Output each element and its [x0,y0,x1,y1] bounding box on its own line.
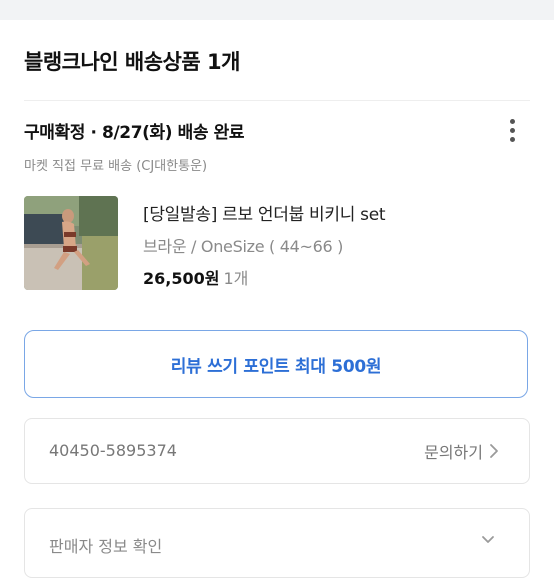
order-status: 구매확정 · 8/27(화) 배송 완료 [24,123,245,143]
more-options-button[interactable] [502,114,522,146]
inquiry-link[interactable]: 문의하기 [424,439,499,463]
delivery-info: 마켓 직접 무료 배송 (CJ대한통운) [24,159,208,174]
product-price: 26,500원 [143,269,220,288]
more-vertical-icon [509,118,515,142]
product-photo [24,196,118,290]
divider [24,100,530,101]
inquiry-label: 문의하기 [424,443,483,462]
product-name[interactable]: [당일발송] 르보 언더붑 비키니 set [143,200,386,225]
product-thumbnail[interactable] [24,196,118,290]
seller-title: 블랭크나인 배송상품 1개 [24,50,240,74]
product-option: 브라운 / OneSize ( 44~66 ) [143,237,344,256]
chevron-right-icon [490,444,498,458]
chevron-down-icon [482,536,494,543]
tracking-number: 40450-5895374 [49,441,177,460]
write-review-button[interactable]: 리뷰 쓰기 포인트 최대 500원 [24,330,528,398]
price-line: 26,500원 1개 [143,265,248,289]
seller-info-toggle[interactable]: 판매자 정보 확인 [24,508,530,578]
tracking-box: 40450-5895374 문의하기 [24,418,530,484]
product-quantity: 1개 [223,269,249,288]
seller-info-label: 판매자 정보 확인 [49,537,163,556]
top-strip [0,0,554,20]
